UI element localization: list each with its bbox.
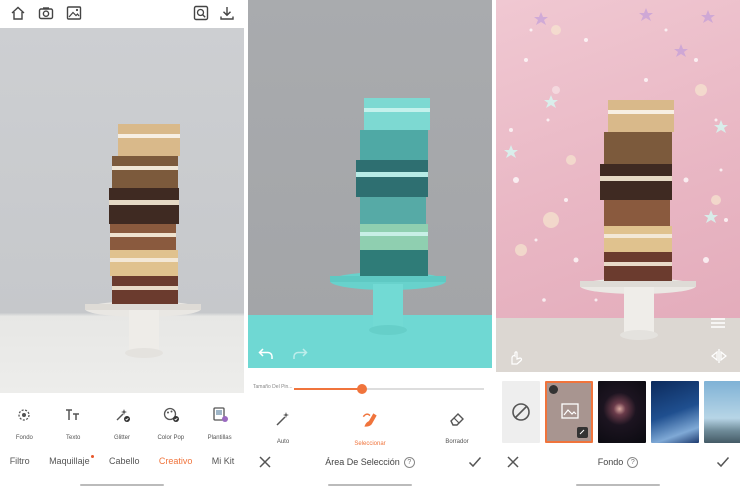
redo-icon[interactable]: [292, 346, 308, 360]
tab-cabello[interactable]: Cabello: [109, 456, 140, 466]
undo-icon[interactable]: [258, 346, 274, 360]
search-image-icon[interactable]: [193, 5, 209, 21]
glitter-icon: [116, 409, 130, 422]
thumbnail-nebula[interactable]: [598, 381, 646, 443]
tab-creativo[interactable]: Creativo: [159, 456, 193, 466]
thumbnail-custom-image[interactable]: [545, 381, 593, 443]
gallery-icon[interactable]: [66, 5, 82, 21]
background-bottom-bar: Fondo?: [496, 454, 740, 472]
edit-image-icon[interactable]: [577, 427, 588, 438]
tool-label: Color Pop: [157, 435, 185, 441]
background-thumbnails: [502, 381, 740, 445]
tab-filtro[interactable]: Filtro: [10, 456, 30, 466]
background-icon: [18, 409, 31, 421]
title-text: Área De Selección: [325, 457, 400, 467]
tool-label: Auto: [276, 439, 290, 445]
photo-canvas[interactable]: [248, 0, 492, 368]
thumbnail-mountains[interactable]: [704, 381, 740, 443]
download-icon[interactable]: [219, 5, 235, 21]
confirm-icon[interactable]: [468, 455, 482, 469]
photo-canvas[interactable]: [496, 0, 740, 372]
selection-title: Área De Selección?: [248, 457, 492, 469]
selected-check-icon: [549, 385, 558, 394]
home-icon[interactable]: [10, 5, 26, 21]
no-background-icon: [512, 403, 530, 421]
title-text: Fondo: [597, 457, 624, 467]
editor-panel-creative: Fondo Texto Glitter Color Pop Plantillas…: [0, 0, 244, 488]
image-placeholder-icon: [561, 403, 579, 419]
background-title: Fondo?: [496, 457, 740, 469]
brush-select-icon: [362, 413, 377, 427]
tool-label: Seleccionar: [354, 441, 386, 447]
cake-stack-image: [85, 124, 201, 358]
brush-size-slider[interactable]: Tamaño Del Pin...: [248, 380, 492, 398]
home-indicator: [80, 484, 164, 486]
templates-icon: [212, 407, 228, 422]
tool-label: Fondo: [15, 435, 33, 441]
tab-label: Maquillaje: [49, 456, 90, 466]
glitter-background-image: [496, 8, 740, 372]
eraser-icon: [450, 413, 464, 426]
photo-canvas[interactable]: [0, 28, 244, 393]
notification-dot: [90, 455, 94, 458]
slider-track[interactable]: [294, 384, 484, 394]
text-icon: [66, 409, 80, 420]
tool-glitter[interactable]: Glitter: [99, 406, 145, 442]
tool-borrador[interactable]: Borrador: [432, 410, 482, 450]
camera-icon[interactable]: [38, 5, 54, 21]
tab-mi-kit[interactable]: Mi Kit: [212, 456, 235, 466]
color-pop-icon: [163, 407, 179, 422]
tool-label: Borrador: [445, 439, 469, 445]
tool-plantillas[interactable]: Plantillas: [197, 406, 243, 442]
editor-panel-background: Fondo?: [496, 0, 740, 488]
tab-maquillaje[interactable]: Maquillaje: [49, 455, 94, 466]
creative-tools-row: Fondo Texto Glitter Color Pop Plantillas: [0, 406, 244, 442]
home-indicator: [328, 484, 412, 486]
tool-auto[interactable]: Auto: [258, 410, 308, 450]
help-icon[interactable]: ?: [627, 457, 639, 469]
help-icon[interactable]: ?: [403, 457, 415, 469]
tool-color-pop[interactable]: Color Pop: [148, 406, 194, 442]
tool-seleccionar[interactable]: Seleccionar: [345, 410, 395, 450]
selection-tools-row: Auto Seleccionar Borrador: [248, 410, 492, 450]
thumbnail-galaxy[interactable]: [651, 381, 699, 443]
slider-fill: [294, 388, 363, 390]
home-indicator: [576, 484, 660, 486]
tool-label: Texto: [66, 435, 81, 441]
tool-fondo[interactable]: Fondo: [1, 406, 47, 442]
tool-texto[interactable]: Texto: [50, 406, 96, 442]
compare-icon[interactable]: [710, 348, 728, 364]
selection-bottom-bar: Área De Selección?: [248, 454, 492, 472]
confirm-icon[interactable]: [716, 455, 730, 469]
thumbnail-none[interactable]: [502, 381, 540, 443]
layers-icon[interactable]: [710, 316, 726, 330]
category-tabs: Filtro Maquillaje Cabello Creativo Mi Ki…: [0, 455, 244, 466]
selected-cake-image: [330, 98, 446, 335]
eraser-hand-icon[interactable]: [508, 350, 524, 366]
tool-label: Plantillas: [207, 435, 232, 441]
tool-label: Glitter: [113, 435, 130, 441]
slider-label: Tamaño Del Pin...: [253, 384, 293, 390]
magic-wand-icon: [276, 412, 289, 426]
editor-panel-selection: Tamaño Del Pin... Auto Seleccionar Borra…: [248, 0, 492, 488]
top-toolbar: [0, 0, 244, 28]
slider-knob[interactable]: [357, 384, 368, 394]
